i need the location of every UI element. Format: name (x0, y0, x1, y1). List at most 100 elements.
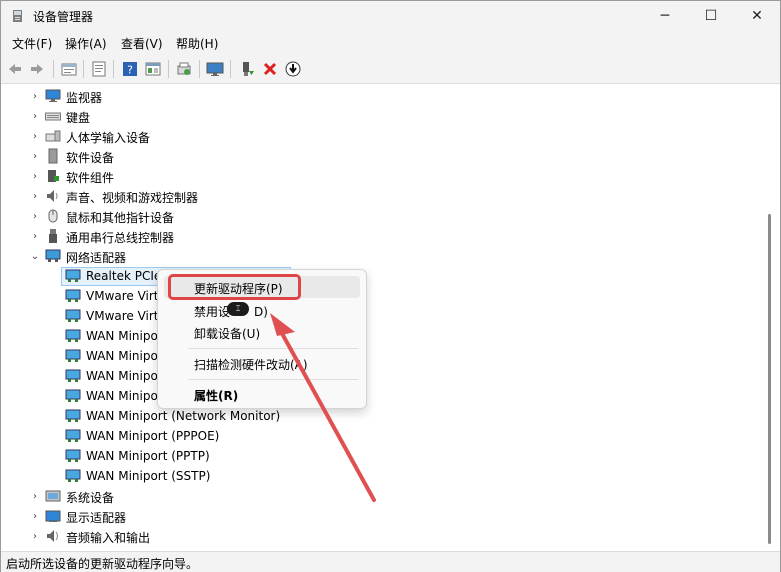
tree-device-item[interactable]: WAN Miniport (SSTP) (3, 466, 763, 486)
tree-category-network[interactable]: ⌄ 网络适配器 (3, 246, 763, 266)
menu-disable-device[interactable]: 禁用设 D) (164, 299, 360, 321)
device-manager-icon (13, 10, 22, 22)
tree-item-label: 网络适配器 (66, 251, 127, 265)
expand-chevron-icon[interactable]: › (30, 151, 40, 162)
help-icon[interactable]: ? (121, 60, 139, 78)
tree-item-label: 鼠标和其他指针设备 (66, 211, 175, 225)
device-tree[interactable]: › 监视器 › 键盘 › 人体学输入设备 › 软件设备 › 软件组件 › 声音、视频和游戏控制器 › 鼠标… (3, 84, 765, 548)
expand-chevron-icon[interactable]: › (30, 491, 40, 502)
disable-device-label-suffix: D) (254, 305, 268, 319)
tree-device-item[interactable]: WAN Minipor (3, 326, 763, 346)
adapter-icon (65, 268, 81, 284)
tree-device-item[interactable]: WAN Minipor (3, 346, 763, 366)
tree-device-item[interactable]: WAN Minipor (3, 366, 763, 386)
tree-category[interactable]: › 鼠标和其他指针设备 (3, 206, 763, 226)
tree-category[interactable]: › 音频输入和输出 (3, 526, 763, 546)
svg-text:?: ? (127, 64, 133, 77)
tree-category[interactable]: › 软件组件 (3, 166, 763, 186)
tree-item-label: 系统设备 (66, 491, 115, 505)
toolbar-separator (199, 60, 200, 78)
menu-separator (188, 379, 358, 380)
adapter-icon (65, 468, 81, 484)
disable-device-label-prefix: 禁用设 (194, 305, 231, 319)
expand-chevron-icon[interactable]: › (30, 111, 40, 122)
enable-device-icon[interactable] (238, 60, 256, 78)
tree-item-label: 音频输入和输出 (66, 531, 151, 545)
update-driver-icon[interactable] (284, 60, 302, 78)
keyboard-icon (45, 108, 61, 124)
tree-item-label: WAN Minipor (86, 349, 163, 363)
tree-category[interactable]: › 显示适配器 (3, 506, 763, 526)
adapter-icon (65, 408, 81, 424)
adapter-icon (65, 388, 81, 404)
tree-category[interactable]: › 监视器 (3, 86, 763, 106)
tree-device-item[interactable]: WAN Miniport (PPTP) (3, 446, 763, 466)
device-manager-window: 设备管理器 ─ ☐ ✕ 文件(F) 操作(A) 查看(V) 帮助(H) ? › … (0, 0, 781, 572)
tree-device-item[interactable]: WAN Minipor (3, 386, 763, 406)
minimize-button[interactable]: ─ (642, 1, 688, 31)
tree-item-label: 显示适配器 (66, 511, 127, 525)
menu-scan-hardware[interactable]: 扫描检测硬件改动(A) (164, 352, 360, 374)
tree-category[interactable]: › 人体学输入设备 (3, 126, 763, 146)
expand-chevron-icon[interactable]: › (30, 211, 40, 222)
driver-icon[interactable] (90, 60, 108, 78)
tree-item-label: 监视器 (66, 91, 103, 105)
menu-uninstall-device[interactable]: 卸载设备(U) (164, 321, 360, 343)
menu-properties[interactable]: 属性(R) (164, 383, 360, 405)
scan-icon[interactable] (175, 60, 193, 78)
tree-device-item[interactable]: VMware Virt (3, 306, 763, 326)
tree-item-label: WAN Miniport (Network Monitor) (86, 409, 281, 423)
tree-item-label: 软件设备 (66, 151, 115, 165)
expand-chevron-icon[interactable]: › (30, 91, 40, 102)
adapter-icon (65, 348, 81, 364)
expand-chevron-icon[interactable]: › (30, 171, 40, 182)
menu-file[interactable]: 文件(F) (12, 35, 52, 52)
software-component-icon (45, 168, 61, 184)
tree-category[interactable]: › 通用串行总线控制器 (3, 226, 763, 246)
uninstall-icon[interactable] (261, 60, 279, 78)
tree-item-label: 键盘 (66, 111, 91, 125)
forward-icon[interactable] (28, 60, 46, 78)
menu-help[interactable]: 帮助(H) (176, 35, 218, 52)
mouse-icon (45, 208, 61, 224)
tree-item-label: 声音、视频和游戏控制器 (66, 191, 199, 205)
adapter-icon (65, 308, 81, 324)
close-button[interactable]: ✕ (734, 1, 780, 31)
monitor-icon[interactable] (206, 60, 224, 78)
tree-device-item[interactable]: WAN Miniport (PPPOE) (3, 426, 763, 446)
scrollbar-thumb[interactable] (768, 214, 771, 544)
tree-category[interactable]: › 声音、视频和游戏控制器 (3, 186, 763, 206)
expand-chevron-icon[interactable]: › (30, 191, 40, 202)
menu-view[interactable]: 查看(V) (121, 35, 163, 52)
uninstall-device-label: 卸载设备(U) (194, 327, 261, 341)
adapter-icon (65, 368, 81, 384)
tree-item-label: WAN Minipor (86, 389, 163, 403)
expand-chevron-icon[interactable]: › (30, 531, 40, 542)
adapter-icon (65, 288, 81, 304)
expand-chevron-icon[interactable]: › (30, 511, 40, 522)
tree-category[interactable]: › 软件设备 (3, 146, 763, 166)
tree-device-item[interactable]: VMware Virt (3, 286, 763, 306)
tree-device-item[interactable]: Realtek PCIe Gl (3, 266, 763, 286)
maximize-button[interactable]: ☐ (688, 1, 734, 31)
scan-hardware-label: 扫描检测硬件改动(A) (194, 358, 308, 372)
show-hidden-icon[interactable] (144, 60, 162, 78)
tree-item-label: 人体学输入设备 (66, 131, 151, 145)
software-device-icon (45, 148, 61, 164)
collapse-chevron-icon[interactable]: ⌄ (30, 251, 40, 262)
tree-device-item[interactable]: WAN Miniport (Network Monitor) (3, 406, 763, 426)
menu-action[interactable]: 操作(A) (65, 35, 107, 52)
system-device-icon (45, 488, 61, 504)
tree-item-label: WAN Miniport (SSTP) (86, 469, 211, 483)
properties-icon[interactable] (60, 60, 78, 78)
tree-category[interactable]: › 系统设备 (3, 486, 763, 506)
expand-chevron-icon[interactable]: › (30, 231, 40, 242)
cursor-icon: ⌶ (227, 302, 249, 316)
window-title: 设备管理器 (33, 10, 94, 24)
tree-item-label: WAN Minipor (86, 329, 163, 343)
back-icon[interactable] (6, 60, 24, 78)
toolbar: ? (1, 55, 780, 84)
menu-separator (188, 348, 358, 349)
tree-category[interactable]: › 键盘 (3, 106, 763, 126)
expand-chevron-icon[interactable]: › (30, 131, 40, 142)
